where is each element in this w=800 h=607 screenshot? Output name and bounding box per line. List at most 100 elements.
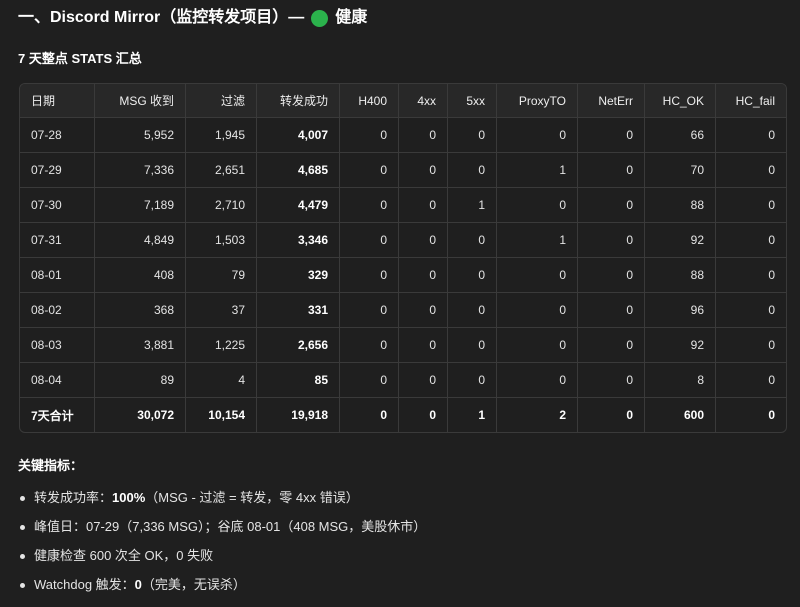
table-row: 07-30 7,189 2,710 4,479 0 0 1 0 0 88 0	[20, 188, 786, 223]
cell-forwarded: 19,918	[257, 398, 340, 432]
cell-hc-fail: 0	[768, 373, 775, 387]
cell-h400: 0	[340, 223, 399, 257]
cell-date: 07-31	[20, 223, 95, 257]
cell-net-err: 0	[578, 363, 645, 397]
cell-h400: 0	[340, 398, 399, 432]
cell-4xx: 0	[399, 118, 448, 152]
cell-filtered: 79	[186, 258, 257, 292]
cell-msg-received: 3,881	[95, 328, 186, 362]
cell-hc-fail: 0	[768, 303, 775, 317]
cell-net-err: 0	[578, 258, 645, 292]
metric-text: 峰值日：07-29（7,336 MSG）；谷底 08-01（408 MSG，美股…	[34, 519, 427, 534]
table-row: 08-01 408 79 329 0 0 0 0 0 88 0	[20, 258, 786, 293]
cell-5xx: 1	[448, 398, 497, 432]
cell-4xx: 0	[399, 328, 448, 362]
cell-msg-received: 7,189	[95, 188, 186, 222]
table-row: 07-31 4,849 1,503 3,346 0 0 0 1 0 92 0	[20, 223, 786, 258]
cell-h400: 0	[340, 188, 399, 222]
cell-net-err: 0	[578, 118, 645, 152]
cell-msg-received: 30,072	[95, 398, 186, 432]
cell-msg-received: 7,336	[95, 153, 186, 187]
green-circle-icon	[311, 9, 329, 27]
cell-hc-fail: 0	[768, 408, 775, 422]
column-header-5xx: 5xx	[448, 84, 497, 117]
cell-forwarded: 4,479	[257, 188, 340, 222]
column-header-filtered: 过滤	[186, 84, 257, 117]
metric-label: Watchdog 触发：	[34, 577, 135, 592]
metric-label: 转发成功率：	[34, 490, 113, 505]
cell-msg-received: 408	[95, 258, 186, 292]
stats-title: 7 天整点 STATS 汇总	[18, 51, 142, 66]
cell-proxy-to: 0	[497, 328, 578, 362]
list-item: 健康检查 600 次全 OK，0 失败	[18, 546, 426, 566]
cell-forwarded: 2,656	[257, 328, 340, 362]
key-metrics-list: 转发成功率：100%（MSG - 过滤 = 转发，零 4xx 错误） 峰值日：0…	[18, 488, 426, 595]
cell-hc-ok: 92	[645, 223, 716, 257]
cell-hc-ok: 92	[645, 328, 716, 362]
cell-date: 07-29	[20, 153, 95, 187]
column-header-date: 日期	[20, 84, 95, 117]
cell-h400: 0	[340, 153, 399, 187]
metric-note: （完美，无误杀）	[141, 577, 246, 592]
stats-table: 日期 MSG 收到 过滤 转发成功 H400 4xx 5xx ProxyTO N…	[19, 83, 787, 433]
cell-5xx: 0	[448, 293, 497, 327]
table-row: 08-04 89 4 85 0 0 0 0 0 8 0	[20, 363, 786, 398]
cell-filtered: 1,503	[186, 223, 257, 257]
cell-net-err: 0	[578, 223, 645, 257]
cell-proxy-to: 1	[497, 223, 578, 257]
cell-hc-fail: 0	[768, 128, 775, 142]
cell-4xx: 0	[399, 398, 448, 432]
bullet-icon	[20, 583, 25, 588]
cell-forwarded: 331	[257, 293, 340, 327]
cell-hc-ok: 88	[645, 188, 716, 222]
cell-h400: 0	[340, 363, 399, 397]
cell-hc-fail: 0	[768, 338, 775, 352]
cell-filtered: 2,651	[186, 153, 257, 187]
cell-net-err: 0	[578, 153, 645, 187]
cell-hc-fail: 0	[768, 268, 775, 282]
column-header-hc-fail: HC_fail	[735, 93, 775, 108]
cell-hc-ok: 88	[645, 258, 716, 292]
cell-5xx: 0	[448, 223, 497, 257]
column-header-hc-ok: HC_OK	[645, 84, 716, 117]
cell-5xx: 0	[448, 328, 497, 362]
cell-proxy-to: 0	[497, 188, 578, 222]
cell-5xx: 0	[448, 118, 497, 152]
cell-hc-fail: 0	[768, 198, 775, 212]
cell-h400: 0	[340, 118, 399, 152]
cell-4xx: 0	[399, 153, 448, 187]
cell-filtered: 1,225	[186, 328, 257, 362]
table-row: 08-03 3,881 1,225 2,656 0 0 0 0 0 92 0	[20, 328, 786, 363]
cell-h400: 0	[340, 293, 399, 327]
list-item: 峰值日：07-29（7,336 MSG）；谷底 08-01（408 MSG，美股…	[18, 517, 426, 537]
key-metrics-title: 关键指标：	[18, 458, 84, 473]
cell-4xx: 0	[399, 223, 448, 257]
cell-4xx: 0	[399, 188, 448, 222]
column-header-h400: H400	[340, 84, 399, 117]
table-total-row: 7天合计 30,072 10,154 19,918 0 0 1 2 0 600 …	[20, 398, 786, 432]
cell-hc-ok: 8	[645, 363, 716, 397]
cell-net-err: 0	[578, 398, 645, 432]
cell-forwarded: 3,346	[257, 223, 340, 257]
list-item: Watchdog 触发：0（完美，无误杀）	[18, 575, 426, 595]
cell-h400: 0	[340, 328, 399, 362]
bullet-icon	[20, 525, 25, 530]
column-header-4xx: 4xx	[399, 84, 448, 117]
metric-value: 0	[134, 577, 142, 592]
cell-msg-received: 5,952	[95, 118, 186, 152]
cell-proxy-to: 0	[497, 363, 578, 397]
column-header-forwarded: 转发成功	[257, 84, 340, 117]
cell-msg-received: 4,849	[95, 223, 186, 257]
bullet-icon	[20, 496, 25, 501]
cell-proxy-to: 2	[497, 398, 578, 432]
cell-5xx: 0	[448, 153, 497, 187]
cell-net-err: 0	[578, 188, 645, 222]
column-header-proxy-to: ProxyTO	[497, 84, 578, 117]
column-header-net-err: NetErr	[578, 84, 645, 117]
cell-forwarded: 329	[257, 258, 340, 292]
table-row: 08-02 368 37 331 0 0 0 0 0 96 0	[20, 293, 786, 328]
cell-date: 07-28	[20, 118, 95, 152]
cell-forwarded: 4,007	[257, 118, 340, 152]
cell-total-label: 7天合计	[20, 398, 95, 432]
cell-date: 07-30	[20, 188, 95, 222]
